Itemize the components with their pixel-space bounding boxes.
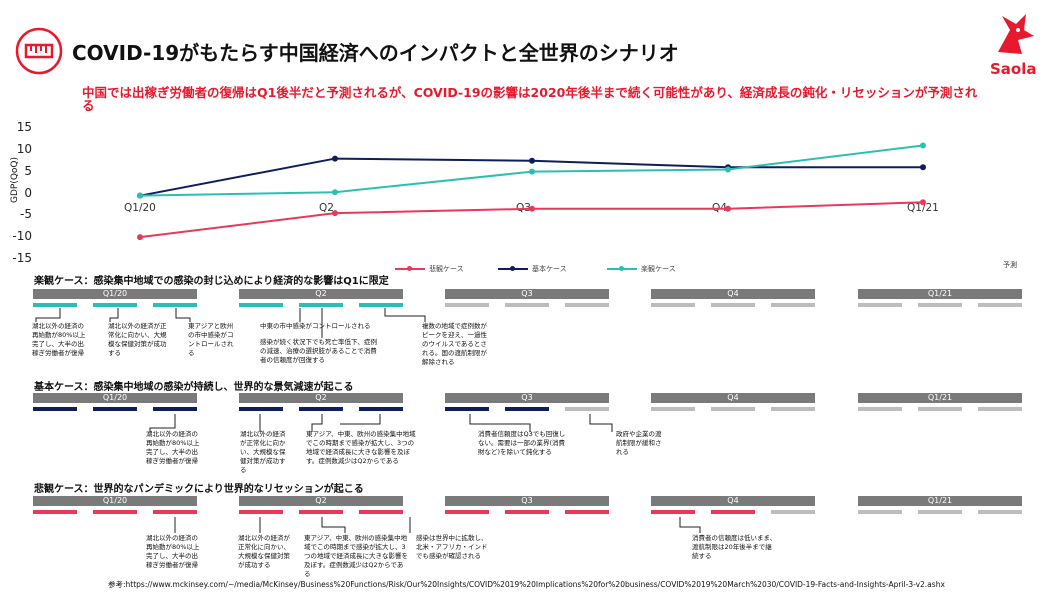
data-point xyxy=(920,142,926,149)
quarter-bar: Q1/21 xyxy=(858,289,1022,299)
legend-swatch xyxy=(607,266,637,271)
note: 感染は世界中に拡散し、北米・アフリカ・インドでも感染が確認される xyxy=(416,534,488,560)
scenario-title-pessimistic: 悲観ケース：世界的なパンデミックにより世界的なリセッションが起こる xyxy=(34,484,364,495)
legend-swatch xyxy=(498,266,528,271)
data-point xyxy=(529,205,535,212)
connector-lines xyxy=(149,414,613,432)
reference-link[interactable]: 参考:https://www.mckinsey.com/~/media/McKi… xyxy=(108,579,945,590)
forecast-label: 予測 xyxy=(1003,261,1017,269)
quarter-bar: Q3 xyxy=(445,393,609,403)
quarter-bar: Q1/20 xyxy=(33,393,197,403)
legend-item-pessimistic: 悲観ケース xyxy=(395,264,464,274)
note: 湖北以外の経済の再始動が80%以上完了し、大半の出稼ぎ労働者が復帰 xyxy=(146,534,200,569)
connector-lines xyxy=(174,517,701,533)
data-point xyxy=(332,189,338,196)
data-point xyxy=(920,164,926,171)
connector-lines xyxy=(35,308,426,338)
data-point xyxy=(529,168,535,175)
quarter-bar: Q2 xyxy=(239,496,403,506)
data-point xyxy=(137,192,143,199)
quarter-bar: Q3 xyxy=(445,496,609,506)
note: 消費者の信頼度は低いまま、渡航制限は20年後半まで継続する xyxy=(692,534,777,560)
legend-item-base: 基本ケース xyxy=(498,264,567,274)
scenario-title-optimistic: 楽観ケース：感染集中地域での感染の封じ込めにより経済的な影響はQ1に限定 xyxy=(34,276,389,287)
scenario-title-base: 基本ケース：感染集中地域の感染が持続し、世界的な景気減速が起こる xyxy=(34,382,354,393)
data-point xyxy=(725,166,731,173)
quarter-bar: Q1/20 xyxy=(33,289,197,299)
quarter-bar: Q3 xyxy=(445,289,609,299)
data-point xyxy=(725,205,731,212)
legend-item-optimistic: 楽観ケース xyxy=(607,264,676,274)
note: 東アジア、中東、欧州の感染集中地域でこの時期まで感染が拡大し、3つの地域で経済成… xyxy=(304,534,408,578)
data-point xyxy=(137,234,143,241)
legend-swatch xyxy=(395,266,425,271)
note: 湖北以外の経済が正常化に向かい、大規模な保健対策が成功する xyxy=(238,534,290,569)
quarter-bar: Q1/20 xyxy=(33,496,197,506)
quarter-bar: Q2 xyxy=(239,393,403,403)
quarter-bar: Q4 xyxy=(651,393,815,403)
data-point xyxy=(332,210,338,217)
quarter-bar: Q1/21 xyxy=(858,496,1022,506)
data-point xyxy=(920,199,926,206)
quarter-bar: Q4 xyxy=(651,289,815,299)
data-point xyxy=(332,155,338,162)
data-point xyxy=(529,157,535,164)
quarter-bar: Q2 xyxy=(239,289,403,299)
series-line xyxy=(139,157,923,197)
quarter-bar: Q4 xyxy=(651,496,815,506)
gdp-line-chart xyxy=(137,142,926,241)
quarter-bar: Q1/21 xyxy=(858,393,1022,403)
